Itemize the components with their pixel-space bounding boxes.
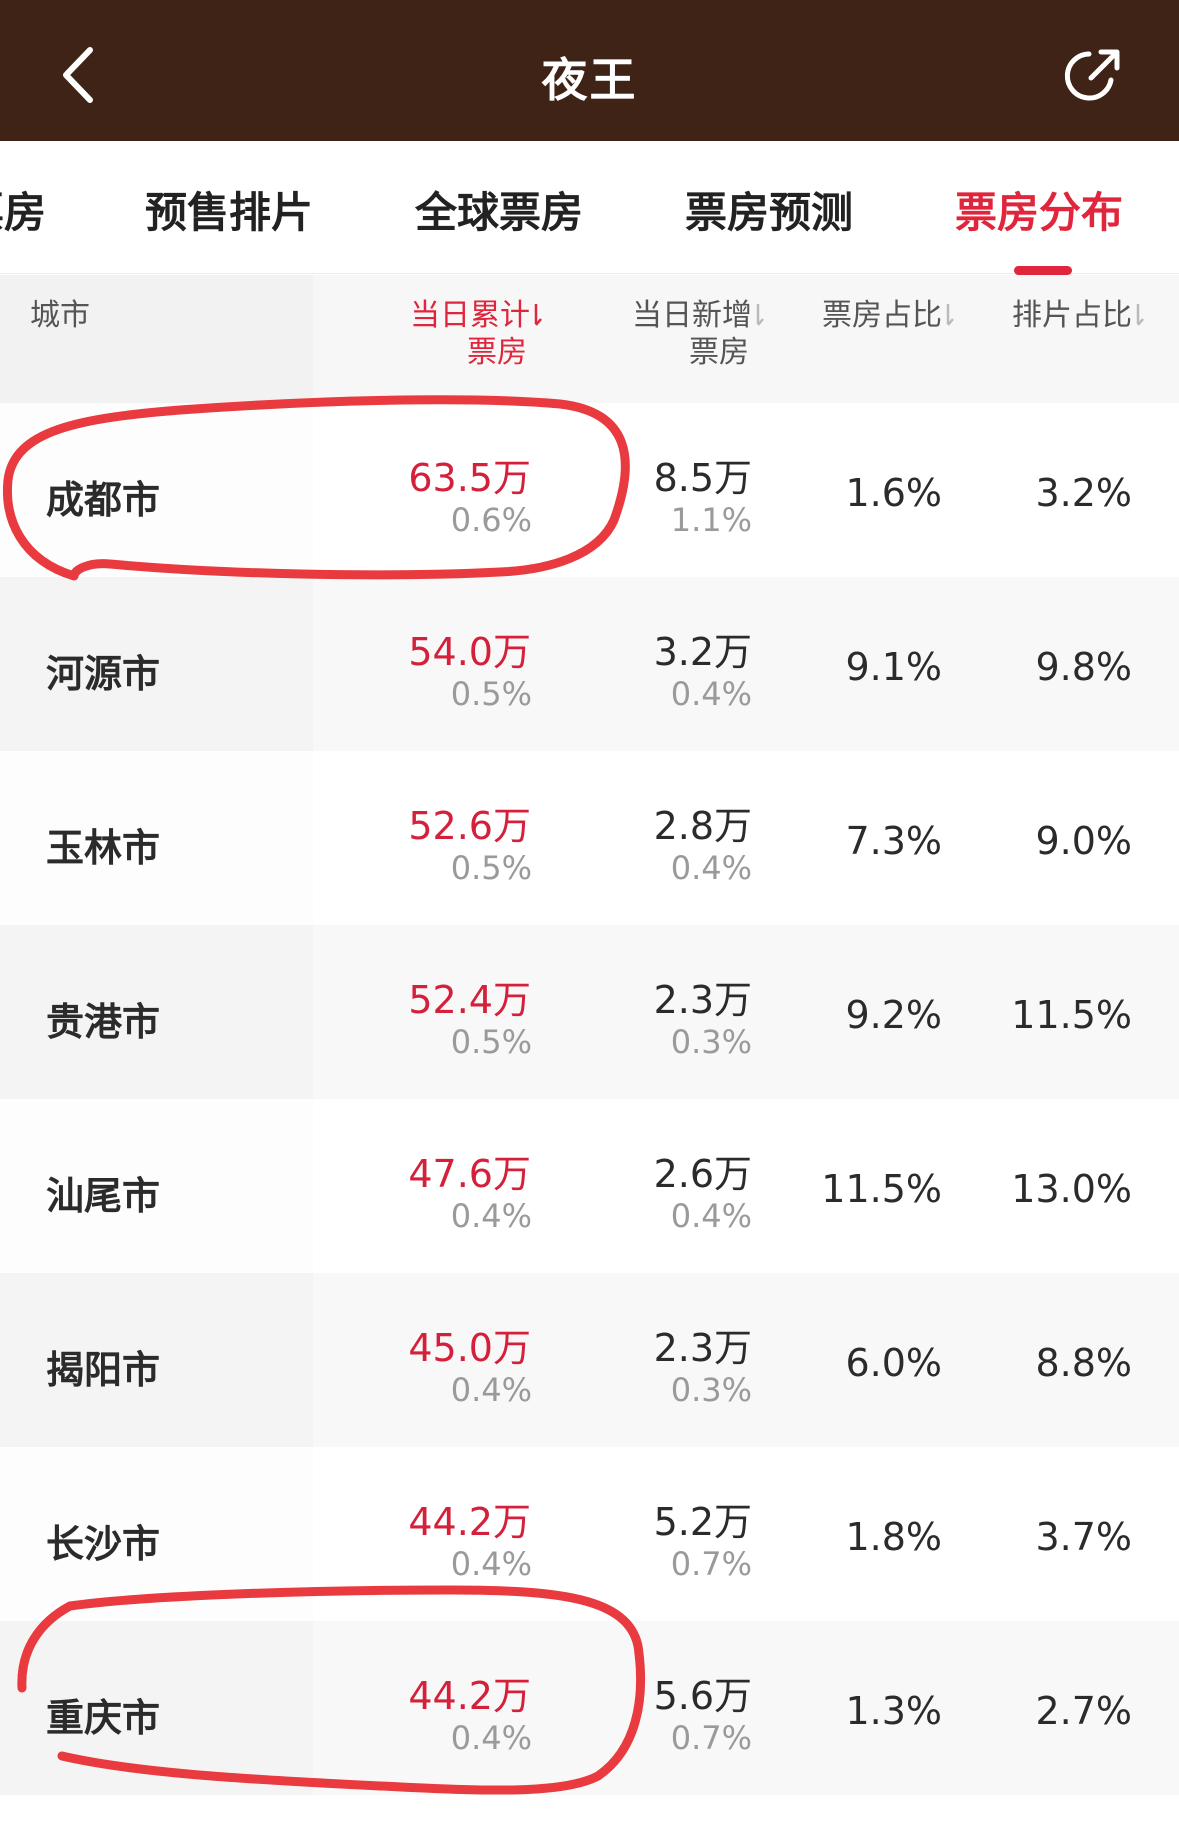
cumulative-box-office-pct: 0.4% bbox=[450, 1719, 532, 1757]
new-box-office-pct: 0.7% bbox=[670, 1719, 752, 1757]
new-box-office-pct: 0.3% bbox=[670, 1371, 752, 1409]
schedule-share: 3.7% bbox=[1035, 1515, 1132, 1559]
new-box-office-pct: 0.3% bbox=[670, 1023, 752, 1061]
cumulative-box-office: 54.0万 bbox=[408, 630, 531, 674]
tab-presale-schedule[interactable]: 预售排片 bbox=[145, 179, 313, 240]
tab-bar: 票房 预售排片 全球票房 票房预测 票房分布 bbox=[0, 141, 1179, 274]
cumulative-box-office-pct: 0.5% bbox=[450, 675, 532, 713]
cumulative-box-office: 52.6万 bbox=[408, 804, 531, 848]
new-box-office: 2.6万 bbox=[653, 1152, 752, 1196]
city-name: 长沙市 bbox=[46, 1522, 161, 1566]
new-box-office-pct: 0.4% bbox=[670, 849, 752, 887]
table-row[interactable]: 汕尾市 47.6万 0.4% 2.6万 0.4% 11.5% 13.0% bbox=[0, 1099, 1179, 1273]
cumulative-box-office: 52.4万 bbox=[408, 978, 531, 1022]
column-header-cumulative[interactable]: 当日累计 票房 bbox=[410, 297, 543, 371]
box-office-share: 9.1% bbox=[845, 645, 942, 689]
cumulative-box-office-pct: 0.4% bbox=[450, 1197, 532, 1235]
cumulative-box-office-pct: 0.4% bbox=[450, 1371, 532, 1409]
new-box-office: 8.5万 bbox=[653, 456, 752, 500]
tab-global-box-office[interactable]: 全球票房 bbox=[415, 179, 583, 240]
box-office-share: 7.3% bbox=[845, 819, 942, 863]
box-office-share: 1.8% bbox=[845, 1515, 942, 1559]
page-title: 夜王 bbox=[541, 53, 638, 107]
cumulative-box-office: 63.5万 bbox=[408, 456, 531, 500]
cumulative-box-office: 44.2万 bbox=[408, 1500, 531, 1544]
column-header-cumulative-line2: 票房 bbox=[467, 335, 527, 370]
cumulative-box-office-pct: 0.4% bbox=[450, 1545, 532, 1583]
share-button[interactable] bbox=[1061, 42, 1127, 108]
city-name: 贵港市 bbox=[46, 1000, 161, 1044]
box-office-share: 6.0% bbox=[845, 1341, 942, 1385]
box-office-share: 11.5% bbox=[821, 1167, 942, 1211]
cumulative-box-office-pct: 0.6% bbox=[450, 501, 532, 539]
city-column-band bbox=[0, 275, 313, 403]
share-icon bbox=[1064, 49, 1120, 101]
table-row[interactable]: 玉林市 52.6万 0.5% 2.8万 0.4% 7.3% 9.0% bbox=[0, 751, 1179, 925]
tab-box-office-forecast[interactable]: 票房预测 bbox=[685, 179, 853, 240]
schedule-share: 11.5% bbox=[1011, 993, 1132, 1037]
new-box-office-pct: 1.1% bbox=[670, 501, 752, 539]
city-name: 揭阳市 bbox=[46, 1348, 161, 1392]
new-box-office-pct: 0.4% bbox=[670, 675, 752, 713]
new-box-office: 3.2万 bbox=[653, 630, 752, 674]
active-tab-indicator bbox=[1014, 266, 1072, 275]
cumulative-box-office-pct: 0.5% bbox=[450, 849, 532, 887]
new-box-office: 2.8万 bbox=[653, 804, 752, 848]
schedule-share: 9.0% bbox=[1035, 819, 1132, 863]
box-office-share: 9.2% bbox=[845, 993, 942, 1037]
new-box-office: 2.3万 bbox=[653, 978, 752, 1022]
new-box-office: 2.3万 bbox=[653, 1326, 752, 1370]
tab-box-office-distribution[interactable]: 票房分布 bbox=[955, 179, 1123, 240]
column-header-cumulative-line1: 当日累计 bbox=[410, 298, 530, 333]
new-box-office-pct: 0.4% bbox=[670, 1197, 752, 1235]
column-header-city: 城市 bbox=[30, 298, 90, 333]
city-name: 成都市 bbox=[46, 478, 161, 522]
sort-down-icon bbox=[756, 304, 764, 326]
city-name: 玉林市 bbox=[46, 826, 161, 870]
top-bar: 夜王 bbox=[0, 0, 1179, 141]
city-name: 重庆市 bbox=[46, 1696, 161, 1740]
table-row[interactable]: 河源市 54.0万 0.5% 3.2万 0.4% 9.1% 9.8% bbox=[0, 577, 1179, 751]
sort-down-icon bbox=[1136, 304, 1144, 326]
column-header-schedule-share-label: 排片占比 bbox=[1012, 298, 1132, 333]
city-name: 汕尾市 bbox=[46, 1174, 161, 1218]
city-name: 河源市 bbox=[46, 652, 161, 696]
column-header-new-line2: 票房 bbox=[689, 335, 749, 370]
table-row[interactable]: 成都市 63.5万 0.6% 8.5万 1.1% 1.6% 3.2% bbox=[0, 403, 1179, 577]
sort-down-icon bbox=[946, 304, 954, 326]
column-header-box-share[interactable]: 票房占比 bbox=[822, 297, 955, 334]
schedule-share: 13.0% bbox=[1011, 1167, 1132, 1211]
column-header-new[interactable]: 当日新增 票房 bbox=[632, 297, 765, 371]
table-row[interactable]: 揭阳市 45.0万 0.4% 2.3万 0.3% 6.0% 8.8% bbox=[0, 1273, 1179, 1447]
new-box-office: 5.2万 bbox=[653, 1500, 752, 1544]
sort-down-icon bbox=[534, 304, 542, 326]
new-box-office: 5.6万 bbox=[653, 1674, 752, 1718]
schedule-share: 2.7% bbox=[1035, 1689, 1132, 1733]
table-row[interactable]: 贵港市 52.4万 0.5% 2.3万 0.3% 9.2% 11.5% bbox=[0, 925, 1179, 1099]
box-office-share: 1.6% bbox=[845, 471, 942, 515]
new-box-office-pct: 0.7% bbox=[670, 1545, 752, 1583]
column-header-schedule-share[interactable]: 排片占比 bbox=[1012, 297, 1145, 334]
schedule-share: 3.2% bbox=[1035, 471, 1132, 515]
cumulative-box-office: 45.0万 bbox=[408, 1326, 531, 1370]
cumulative-box-office: 47.6万 bbox=[408, 1152, 531, 1196]
table-row[interactable]: 重庆市 44.2万 0.4% 5.6万 0.7% 1.3% 2.7% bbox=[0, 1621, 1179, 1795]
box-office-share: 1.3% bbox=[845, 1689, 942, 1733]
column-header-new-line1: 当日新增 bbox=[632, 298, 752, 333]
tab-box-office[interactable]: 票房 bbox=[0, 179, 46, 240]
column-header-box-share-label: 票房占比 bbox=[822, 298, 942, 333]
table-header: 城市 当日累计 票房 当日新增 票房 票房占比 排片占比 bbox=[0, 275, 1179, 403]
table-row[interactable]: 长沙市 44.2万 0.4% 5.2万 0.7% 1.8% 3.7% bbox=[0, 1447, 1179, 1621]
cumulative-box-office: 44.2万 bbox=[408, 1674, 531, 1718]
schedule-share: 9.8% bbox=[1035, 645, 1132, 689]
cumulative-box-office-pct: 0.5% bbox=[450, 1023, 532, 1061]
schedule-share: 8.8% bbox=[1035, 1341, 1132, 1385]
